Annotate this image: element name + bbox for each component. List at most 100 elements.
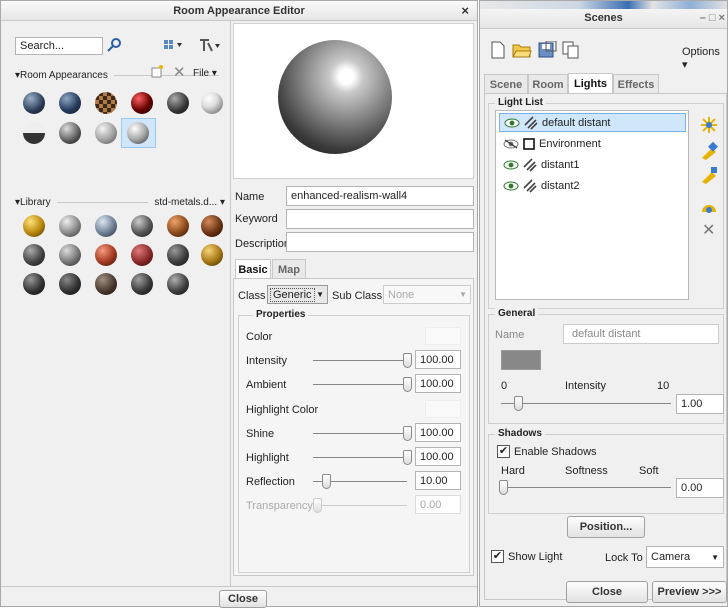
library-header[interactable]: ▾Library std-metals.d... ▾ xyxy=(15,195,225,209)
intensity-slider-track[interactable] xyxy=(313,360,407,361)
library-swatch[interactable] xyxy=(59,244,81,266)
ambient-field[interactable]: 100.00 xyxy=(415,374,461,393)
close-icon[interactable]: × xyxy=(461,3,469,18)
lock-to-select[interactable]: Camera ▼ xyxy=(646,546,724,568)
appearance-swatch[interactable] xyxy=(59,122,81,144)
shine-slider-track[interactable] xyxy=(313,433,407,434)
light-name: distant1 xyxy=(541,158,580,171)
softness-field[interactable]: 0.00 xyxy=(676,478,724,498)
tab-map[interactable]: Map xyxy=(272,259,306,279)
reflection-slider-thumb[interactable] xyxy=(322,474,331,489)
tab-basic[interactable]: Basic xyxy=(235,259,271,279)
appearance-swatch[interactable] xyxy=(167,92,189,114)
file-menu[interactable]: File ▾ xyxy=(193,68,217,79)
library-select[interactable]: std-metals.d... ▾ xyxy=(154,197,225,208)
appearance-swatch[interactable] xyxy=(131,92,153,114)
library-swatch[interactable] xyxy=(95,244,117,266)
tab-lights[interactable]: Lights xyxy=(568,73,613,94)
appearance-swatch[interactable] xyxy=(95,92,117,114)
library-swatch[interactable] xyxy=(131,215,153,237)
library-swatch[interactable] xyxy=(167,215,189,237)
appearance-swatch[interactable] xyxy=(23,122,45,144)
library-swatch[interactable] xyxy=(23,273,45,295)
appearance-swatch[interactable] xyxy=(95,122,117,144)
ambient-slider-track[interactable] xyxy=(313,384,407,385)
library-swatch[interactable] xyxy=(131,273,153,295)
light-intensity-slider-track[interactable] xyxy=(501,403,671,404)
light-intensity-slider-thumb[interactable] xyxy=(514,396,523,411)
appearance-swatch-selected[interactable] xyxy=(127,122,149,144)
reflection-field[interactable]: 10.00 xyxy=(415,471,461,490)
scenes-close-button[interactable]: Close xyxy=(566,581,648,603)
highlight-color-swatch[interactable] xyxy=(425,400,461,418)
appearance-swatch[interactable] xyxy=(23,92,45,114)
description-field[interactable] xyxy=(286,232,474,252)
shine-field[interactable]: 100.00 xyxy=(415,423,461,442)
eye-icon[interactable] xyxy=(503,181,519,191)
options-menu[interactable]: Options ▾ xyxy=(682,46,727,71)
open-folder-icon[interactable] xyxy=(512,41,532,62)
library-swatch[interactable] xyxy=(95,215,117,237)
library-swatch[interactable] xyxy=(23,215,45,237)
enable-shadows-checkbox[interactable]: ✔ Enable Shadows xyxy=(497,445,597,458)
eye-hidden-icon[interactable] xyxy=(503,139,519,149)
library-swatch[interactable] xyxy=(59,273,81,295)
highlight-slider-track[interactable] xyxy=(313,457,407,458)
add-light-icon[interactable] xyxy=(700,116,718,137)
light-intensity-field[interactable]: 1.00 xyxy=(676,394,724,414)
library-swatch[interactable] xyxy=(201,215,223,237)
light-row-distant1[interactable]: distant1 xyxy=(499,155,580,174)
softness-slider-track[interactable] xyxy=(501,487,671,488)
color-swatch[interactable] xyxy=(425,327,461,345)
intensity-slider-thumb[interactable] xyxy=(403,353,412,368)
library-swatch[interactable] xyxy=(167,244,189,266)
spot-light-icon[interactable] xyxy=(700,141,718,163)
library-swatch[interactable] xyxy=(95,273,117,295)
tab-scene[interactable]: Scene xyxy=(484,74,528,94)
window-controls[interactable]: – □ × xyxy=(700,12,725,24)
shadows-label: Shadows xyxy=(495,428,545,439)
search-input[interactable]: Search... xyxy=(15,37,103,55)
search-icon[interactable] xyxy=(106,37,122,56)
close-button[interactable]: Close xyxy=(219,590,267,608)
light-color-swatch[interactable] xyxy=(501,350,541,370)
appearance-swatch[interactable] xyxy=(201,92,223,114)
highlight-slider-thumb[interactable] xyxy=(403,450,412,465)
tab-room[interactable]: Room xyxy=(528,74,568,94)
new-appearance-icon[interactable] xyxy=(150,64,164,81)
copy-icon[interactable] xyxy=(562,41,580,62)
delete-icon[interactable]: ✕ xyxy=(173,63,186,81)
preview-button[interactable]: Preview >>> xyxy=(652,581,727,603)
library-swatch[interactable] xyxy=(59,215,81,237)
highlight-field[interactable]: 100.00 xyxy=(415,447,461,466)
eye-icon[interactable] xyxy=(504,118,520,128)
library-swatch[interactable] xyxy=(23,244,45,266)
skylight-icon[interactable] xyxy=(700,200,718,217)
library-swatch[interactable] xyxy=(167,273,189,295)
tools-icon[interactable] xyxy=(197,37,221,56)
light-row-environment[interactable]: Environment xyxy=(499,134,601,153)
light-row-distant2[interactable]: distant2 xyxy=(499,176,580,195)
position-button[interactable]: Position... xyxy=(567,516,645,538)
new-scene-icon[interactable] xyxy=(490,41,506,62)
ambient-slider-thumb[interactable] xyxy=(403,377,412,392)
light-name-field[interactable]: default distant xyxy=(563,324,719,344)
tab-effects[interactable]: Effects xyxy=(613,74,659,94)
softness-slider-thumb[interactable] xyxy=(499,480,508,495)
save-icon[interactable] xyxy=(538,40,558,62)
show-light-checkbox[interactable]: ✔ Show Light xyxy=(491,550,562,563)
intensity-field[interactable]: 100.00 xyxy=(415,350,461,369)
point-light-icon[interactable] xyxy=(700,166,718,187)
eye-icon[interactable] xyxy=(503,160,519,170)
remove-light-icon[interactable]: ✕ xyxy=(702,220,715,240)
library-swatch[interactable] xyxy=(131,244,153,266)
view-mode-icon[interactable] xyxy=(163,39,183,54)
name-field[interactable]: enhanced-realism-wall4 xyxy=(286,186,474,206)
keyword-field[interactable] xyxy=(286,209,474,229)
appearance-swatch[interactable] xyxy=(59,92,81,114)
properties-group: Properties Color Intensity 100.00 Ambien… xyxy=(238,309,470,573)
light-row-default-distant[interactable]: default distant xyxy=(499,113,686,132)
class-select[interactable]: Generic ▼ xyxy=(267,285,328,304)
shine-slider-thumb[interactable] xyxy=(403,426,412,441)
library-swatch[interactable] xyxy=(201,244,223,266)
